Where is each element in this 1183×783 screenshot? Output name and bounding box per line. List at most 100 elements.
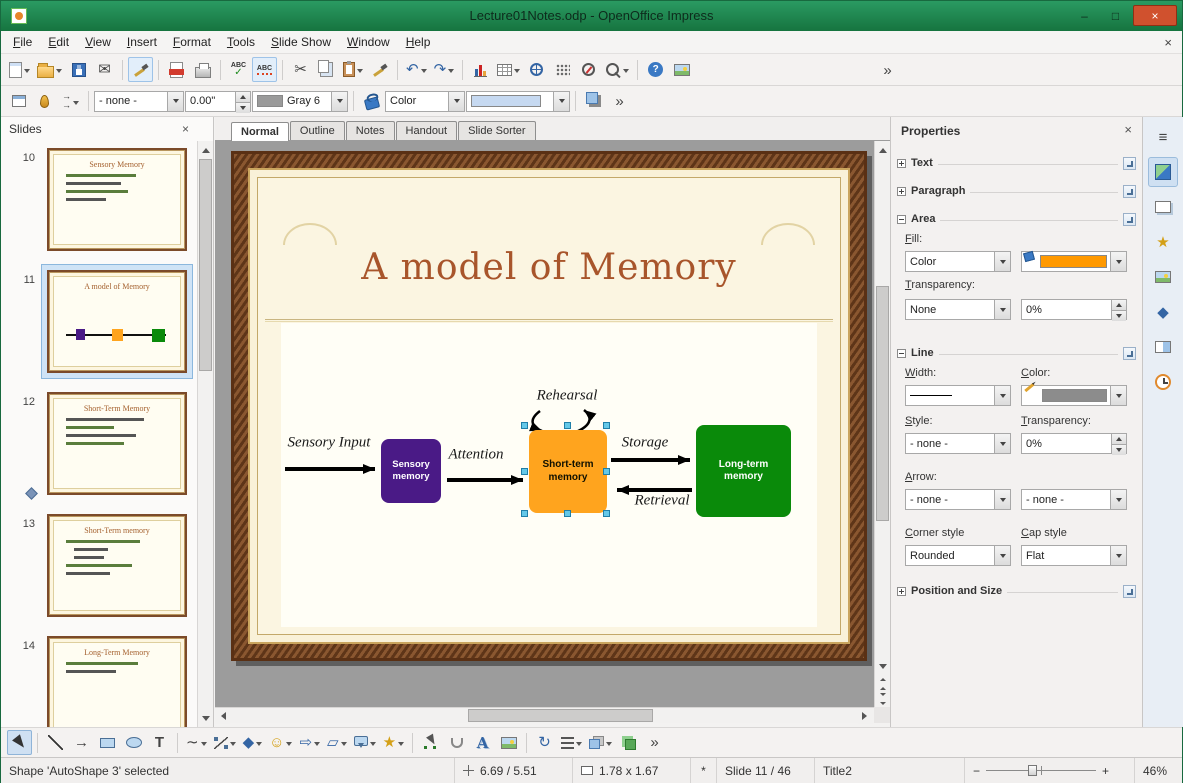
slide-thumbnail-10[interactable]: 10 Sensory Memory: [1, 148, 197, 260]
slide-thumbnail-13[interactable]: 13 Short-Term memory: [1, 514, 197, 626]
corner-style-select[interactable]: Rounded: [905, 545, 1011, 566]
vertical-scrollbar[interactable]: [874, 141, 890, 707]
fill-type-select[interactable]: Color: [905, 251, 1011, 272]
section-line[interactable]: Line: [897, 343, 1136, 363]
curve-tool-button[interactable]: ∼: [183, 730, 210, 755]
section-text[interactable]: Text: [897, 153, 1136, 173]
collapse-icon[interactable]: [897, 215, 906, 224]
line-color-select[interactable]: [1021, 385, 1127, 406]
slide-title-text[interactable]: A model of Memory: [231, 247, 867, 288]
tab-outline[interactable]: Outline: [290, 121, 345, 140]
tab-slide-sorter[interactable]: Slide Sorter: [458, 121, 535, 140]
symbol-shapes-button[interactable]: ☺: [266, 730, 295, 755]
section-area[interactable]: Area: [897, 209, 1136, 229]
zoom-slider-thumb[interactable]: [1028, 765, 1037, 776]
short-term-memory-box[interactable]: Short-term memory: [529, 430, 607, 513]
cut-button[interactable]: ✂: [288, 57, 313, 82]
next-slide-button[interactable]: [875, 691, 890, 707]
basic-shapes-button[interactable]: ◆: [240, 730, 266, 755]
more-options-icon[interactable]: [1123, 585, 1136, 598]
section-position-and-size[interactable]: Position and Size: [897, 581, 1136, 601]
previous-slide-button[interactable]: [875, 675, 890, 691]
line-tool-button[interactable]: [43, 730, 68, 755]
gallery-deck-icon[interactable]: [1148, 262, 1178, 292]
zoom-slider[interactable]: [986, 764, 1096, 777]
copy-button[interactable]: [314, 57, 339, 82]
scrollbar-thumb[interactable]: [876, 286, 889, 521]
slides-panel-close-icon[interactable]: ×: [182, 122, 189, 136]
line-dialog-button[interactable]: [32, 89, 57, 114]
auto-spellcheck-button[interactable]: ABC: [252, 57, 277, 82]
line-transparency-stepper[interactable]: 0%: [1021, 433, 1127, 454]
menu-window[interactable]: Window: [339, 32, 398, 52]
zoom-in-button[interactable]: +: [1102, 764, 1109, 778]
insert-picture-button[interactable]: [496, 730, 521, 755]
selection-handle[interactable]: [521, 510, 528, 517]
scroll-up-arrow[interactable]: [875, 141, 890, 157]
slide-canvas[interactable]: A model of Memory: [215, 141, 874, 707]
selection-handle[interactable]: [521, 422, 528, 429]
shadow-button[interactable]: [581, 89, 606, 114]
rectangle-tool-button[interactable]: [95, 730, 120, 755]
rotate-button[interactable]: ↻: [532, 730, 557, 755]
toolbar-options-button[interactable]: »: [875, 58, 900, 83]
hyperlink-button[interactable]: [524, 57, 549, 82]
zoom-button[interactable]: [602, 57, 632, 82]
tab-handout[interactable]: Handout: [396, 121, 458, 140]
area-fill-select[interactable]: [466, 91, 570, 112]
connector-tool-button[interactable]: [211, 730, 239, 755]
more-options-icon[interactable]: [1123, 347, 1136, 360]
insert-table-button[interactable]: [494, 57, 523, 82]
custom-animation-deck-icon[interactable]: ★: [1148, 227, 1178, 257]
arrow-end-select[interactable]: - none -: [1021, 489, 1127, 510]
tab-notes[interactable]: Notes: [346, 121, 395, 140]
line-width-stepper[interactable]: 0.00": [185, 91, 251, 112]
attention-label[interactable]: Attention: [449, 447, 504, 464]
close-button[interactable]: ×: [1133, 5, 1177, 26]
slide-thumbnail-14[interactable]: 14 Long-Term Memory: [1, 636, 197, 727]
insert-chart-button[interactable]: [468, 57, 493, 82]
arrow-start-select[interactable]: - none -: [905, 489, 1011, 510]
close-document-icon[interactable]: ×: [1164, 35, 1172, 50]
section-paragraph[interactable]: Paragraph: [897, 181, 1136, 201]
expand-icon[interactable]: [897, 587, 906, 596]
flowchart-button[interactable]: ▱: [324, 730, 350, 755]
more-options-icon[interactable]: [1123, 213, 1136, 226]
arrow-style-button[interactable]: →→: [58, 89, 83, 114]
slides-panel-scrollbar[interactable]: [197, 141, 213, 727]
export-pdf-button[interactable]: [164, 57, 189, 82]
collapse-icon[interactable]: [897, 349, 906, 358]
new-document-button[interactable]: [6, 57, 33, 82]
scroll-up-arrow[interactable]: [198, 141, 213, 157]
line-style-select[interactable]: - none -: [905, 433, 1011, 454]
open-button[interactable]: [34, 57, 65, 82]
selection-handle[interactable]: [603, 468, 610, 475]
menu-file[interactable]: File: [5, 32, 40, 52]
menu-insert[interactable]: Insert: [119, 32, 165, 52]
print-button[interactable]: [190, 57, 215, 82]
properties-deck-icon[interactable]: [1148, 157, 1178, 187]
stars-button[interactable]: ★: [380, 730, 407, 755]
selection-handle[interactable]: [603, 510, 610, 517]
fill-color-select[interactable]: [1021, 251, 1127, 272]
storage-label[interactable]: Storage: [622, 435, 669, 452]
menu-edit[interactable]: Edit: [40, 32, 77, 52]
email-button[interactable]: ✉: [92, 57, 117, 82]
zoom-percentage[interactable]: 46%: [1134, 758, 1182, 783]
navigator-button[interactable]: [576, 57, 601, 82]
redo-button[interactable]: ↷: [431, 57, 458, 82]
selection-handle[interactable]: [564, 422, 571, 429]
arrange-button[interactable]: [586, 730, 615, 755]
edit-points-button[interactable]: [418, 730, 443, 755]
properties-close-icon[interactable]: ×: [1124, 122, 1132, 137]
menu-slide-show[interactable]: Slide Show: [263, 32, 339, 52]
more-options-icon[interactable]: [1123, 157, 1136, 170]
select-tool-button[interactable]: [7, 730, 32, 755]
more-options-icon[interactable]: [1123, 185, 1136, 198]
help-button[interactable]: ?: [643, 57, 668, 82]
sensory-memory-box[interactable]: Sensory memory: [381, 439, 441, 503]
navigator-deck-icon[interactable]: [1148, 367, 1178, 397]
alignment-button[interactable]: [558, 730, 585, 755]
paste-button[interactable]: [340, 57, 366, 82]
fill-transparency-select[interactable]: None: [905, 299, 1011, 320]
